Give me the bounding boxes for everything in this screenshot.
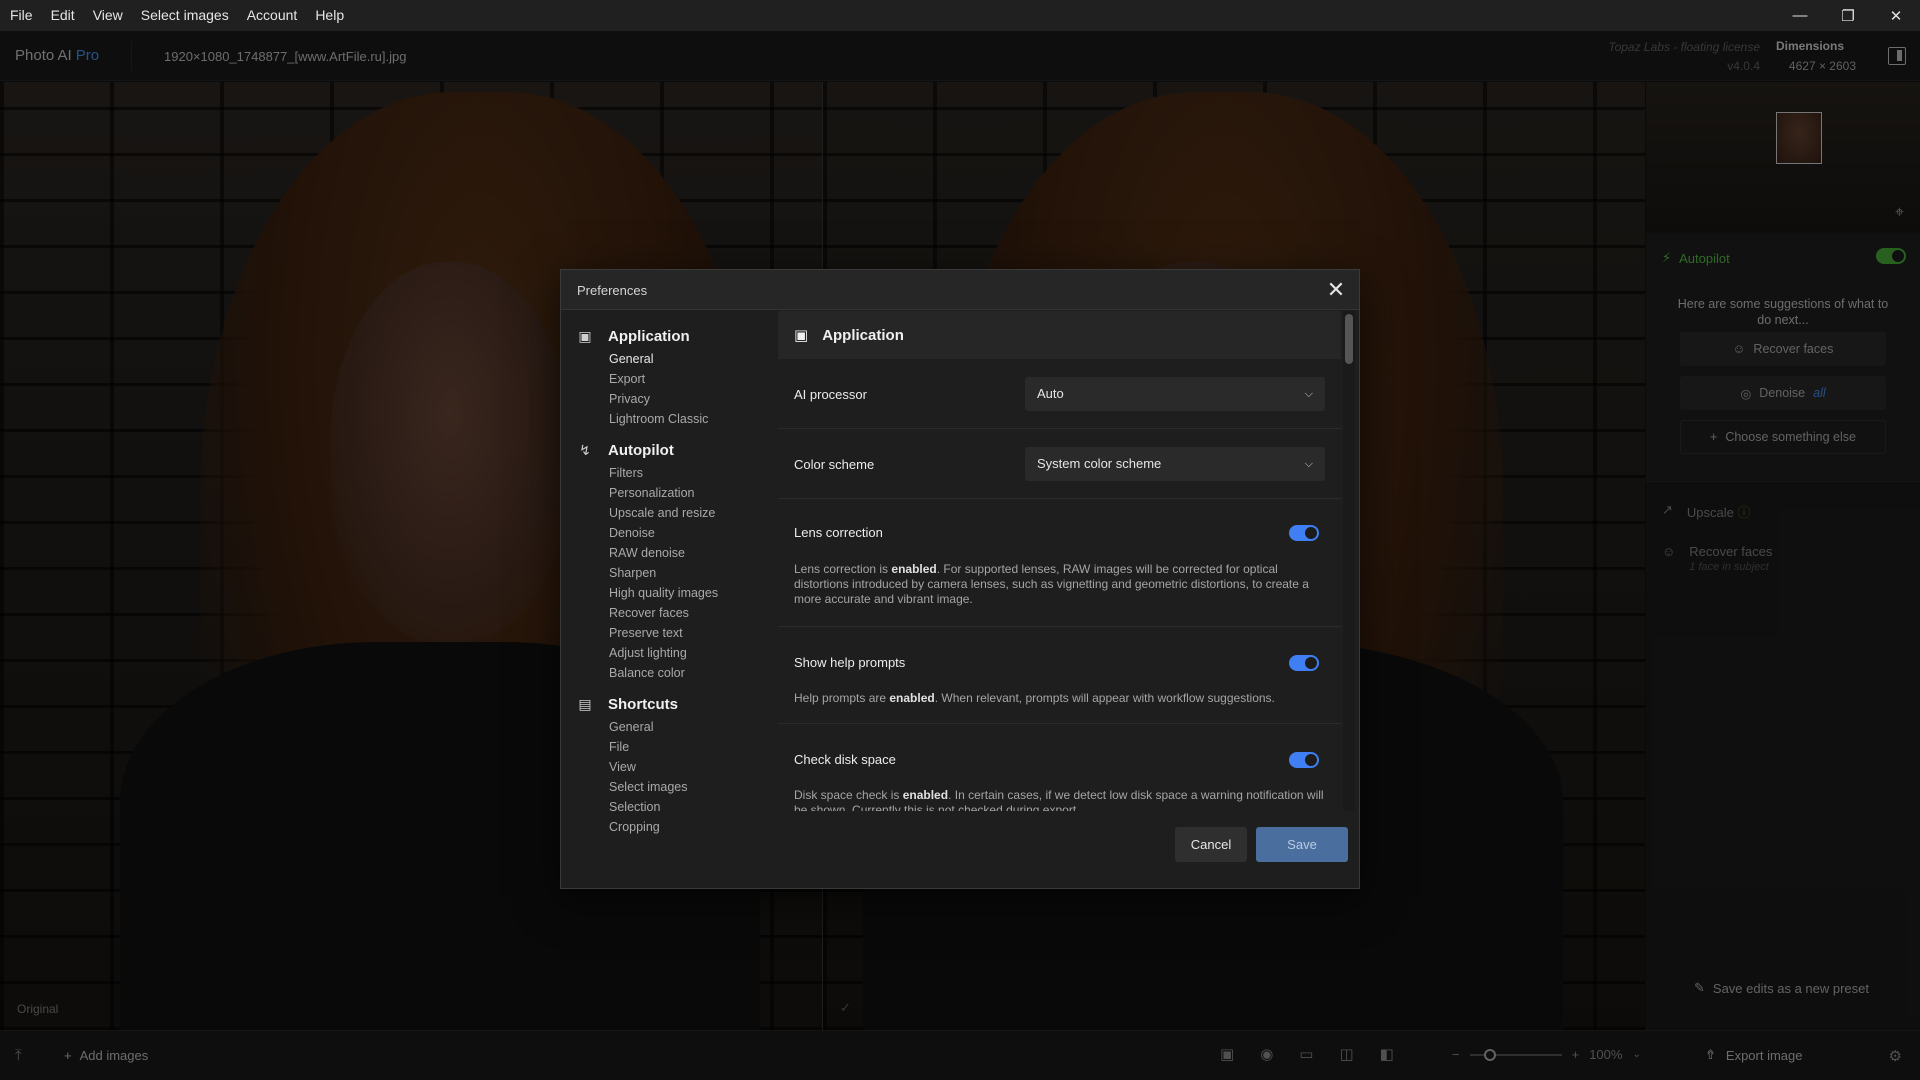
nav-item-denoise[interactable]: Denoise (609, 523, 777, 543)
disk-space-toggle[interactable] (1289, 752, 1319, 768)
window-controls: — ❐ ✕ (1776, 0, 1920, 31)
desc-bold: enabled (902, 788, 949, 802)
save-button[interactable]: Save (1256, 827, 1348, 862)
content-header: ▣ Application (778, 311, 1341, 359)
nav-list-autopilot: Filters Personalization Upscale and resi… (561, 463, 777, 683)
monitor-icon: ▣ (794, 327, 809, 344)
content-scroll-track[interactable] (1343, 311, 1355, 811)
help-prompts-description: Help prompts are enabled. When relevant,… (794, 691, 1334, 706)
restore-icon[interactable]: ❐ (1824, 0, 1872, 31)
desc-text: Help prompts are (794, 691, 890, 705)
help-prompts-row: Show help prompts Help prompts are enabl… (778, 627, 1341, 724)
preferences-dialog: Preferences ✕ ▣ Application General Expor… (560, 269, 1360, 889)
nav-item-shortcuts-general[interactable]: General (609, 717, 777, 737)
ai-processor-value: Auto (1037, 386, 1064, 401)
dialog-title: Preferences (577, 283, 648, 298)
menu-file[interactable]: File (0, 0, 42, 31)
menu-select-images[interactable]: Select images (132, 0, 238, 31)
desc-text: Disk space check is (794, 788, 903, 802)
nav-item-preserve-text[interactable]: Preserve text (609, 623, 777, 643)
nav-item-shortcuts-select-images[interactable]: Select images (609, 777, 777, 797)
nav-item-lightroom-classic[interactable]: Lightroom Classic (609, 409, 777, 429)
dialog-footer: Cancel Save (561, 810, 1359, 888)
chevron-down-icon: ⌵ (1304, 458, 1313, 470)
nav-item-upscale-and-resize[interactable]: Upscale and resize (609, 503, 777, 523)
help-prompts-toggle[interactable] (1289, 655, 1319, 671)
color-scheme-label: Color scheme (794, 457, 875, 472)
nav-section-application[interactable]: ▣ Application (561, 325, 777, 347)
bolt-icon: ↯ (579, 441, 591, 458)
nav-section-label: Autopilot (608, 441, 674, 459)
desc-bold: enabled (891, 562, 937, 576)
disk-space-description: Disk space check is enabled. In certain … (794, 788, 1334, 811)
monitor-icon: ▣ (578, 327, 592, 344)
nav-item-export[interactable]: Export (609, 369, 777, 389)
nav-item-high-quality-images[interactable]: High quality images (609, 583, 777, 603)
lens-correction-toggle[interactable] (1289, 525, 1319, 541)
menubar: File Edit View Select images Account Hel… (0, 0, 1920, 31)
nav-item-raw-denoise[interactable]: RAW denoise (609, 543, 777, 563)
menu-help[interactable]: Help (306, 0, 353, 31)
color-scheme-row: Color scheme System color scheme ⌵ (778, 429, 1341, 499)
content-scrollbar[interactable] (1345, 314, 1353, 364)
nav-section-shortcuts[interactable]: ▤ Shortcuts (561, 693, 777, 715)
dialog-header: Preferences ✕ (561, 270, 1359, 310)
ai-processor-label: AI processor (794, 387, 867, 402)
nav-list-application: General Export Privacy Lightroom Classic (561, 349, 777, 429)
lens-correction-description: Lens correction is enabled. For supporte… (794, 562, 1334, 607)
nav-item-general[interactable]: General (609, 349, 777, 369)
nav-item-sharpen[interactable]: Sharpen (609, 563, 777, 583)
content-title: Application (822, 326, 904, 344)
disk-space-row: Check disk space Disk space check is ena… (778, 724, 1341, 811)
nav-item-filters[interactable]: Filters (609, 463, 777, 483)
menu-account[interactable]: Account (238, 0, 307, 31)
nav-item-shortcuts-file[interactable]: File (609, 737, 777, 757)
nav-item-recover-faces[interactable]: Recover faces (609, 603, 777, 623)
preferences-nav: ▣ Application General Export Privacy Ligh… (561, 311, 777, 835)
nav-section-label: Application (608, 327, 690, 345)
nav-item-shortcuts-view[interactable]: View (609, 757, 777, 777)
disk-space-label: Check disk space (794, 752, 896, 767)
desc-bold: enabled (889, 691, 935, 705)
desc-text: . When relevant, prompts will appear wit… (934, 691, 1275, 705)
nav-section-autopilot[interactable]: ↯ Autopilot (561, 439, 777, 461)
app-window: File Edit View Select images Account Hel… (0, 0, 1920, 1080)
menu-view[interactable]: View (84, 0, 132, 31)
help-prompts-label: Show help prompts (794, 655, 906, 670)
lens-correction-label: Lens correction (794, 525, 883, 540)
menu-edit[interactable]: Edit (42, 0, 84, 31)
laptop-icon: ▤ (578, 695, 592, 712)
nav-item-privacy[interactable]: Privacy (609, 389, 777, 409)
desc-text: Lens correction is (794, 562, 892, 576)
close-icon[interactable]: ✕ (1323, 277, 1349, 303)
nav-item-personalization[interactable]: Personalization (609, 483, 777, 503)
nav-section-label: Shortcuts (608, 695, 679, 713)
nav-item-balance-color[interactable]: Balance color (609, 663, 777, 683)
color-scheme-value: System color scheme (1037, 456, 1162, 471)
ai-processor-select[interactable]: Auto ⌵ (1025, 377, 1325, 411)
chevron-down-icon: ⌵ (1304, 388, 1313, 400)
cancel-button[interactable]: Cancel (1175, 827, 1247, 862)
ai-processor-row: AI processor Auto ⌵ (778, 359, 1341, 429)
color-scheme-select[interactable]: System color scheme ⌵ (1025, 447, 1325, 481)
lens-correction-row: Lens correction Lens correction is enabl… (778, 499, 1341, 627)
nav-item-adjust-lighting[interactable]: Adjust lighting (609, 643, 777, 663)
minimize-icon[interactable]: — (1776, 0, 1824, 31)
preferences-content: ▣ Application AI processor Auto ⌵ Color sc… (778, 311, 1341, 811)
close-window-icon[interactable]: ✕ (1872, 0, 1920, 31)
